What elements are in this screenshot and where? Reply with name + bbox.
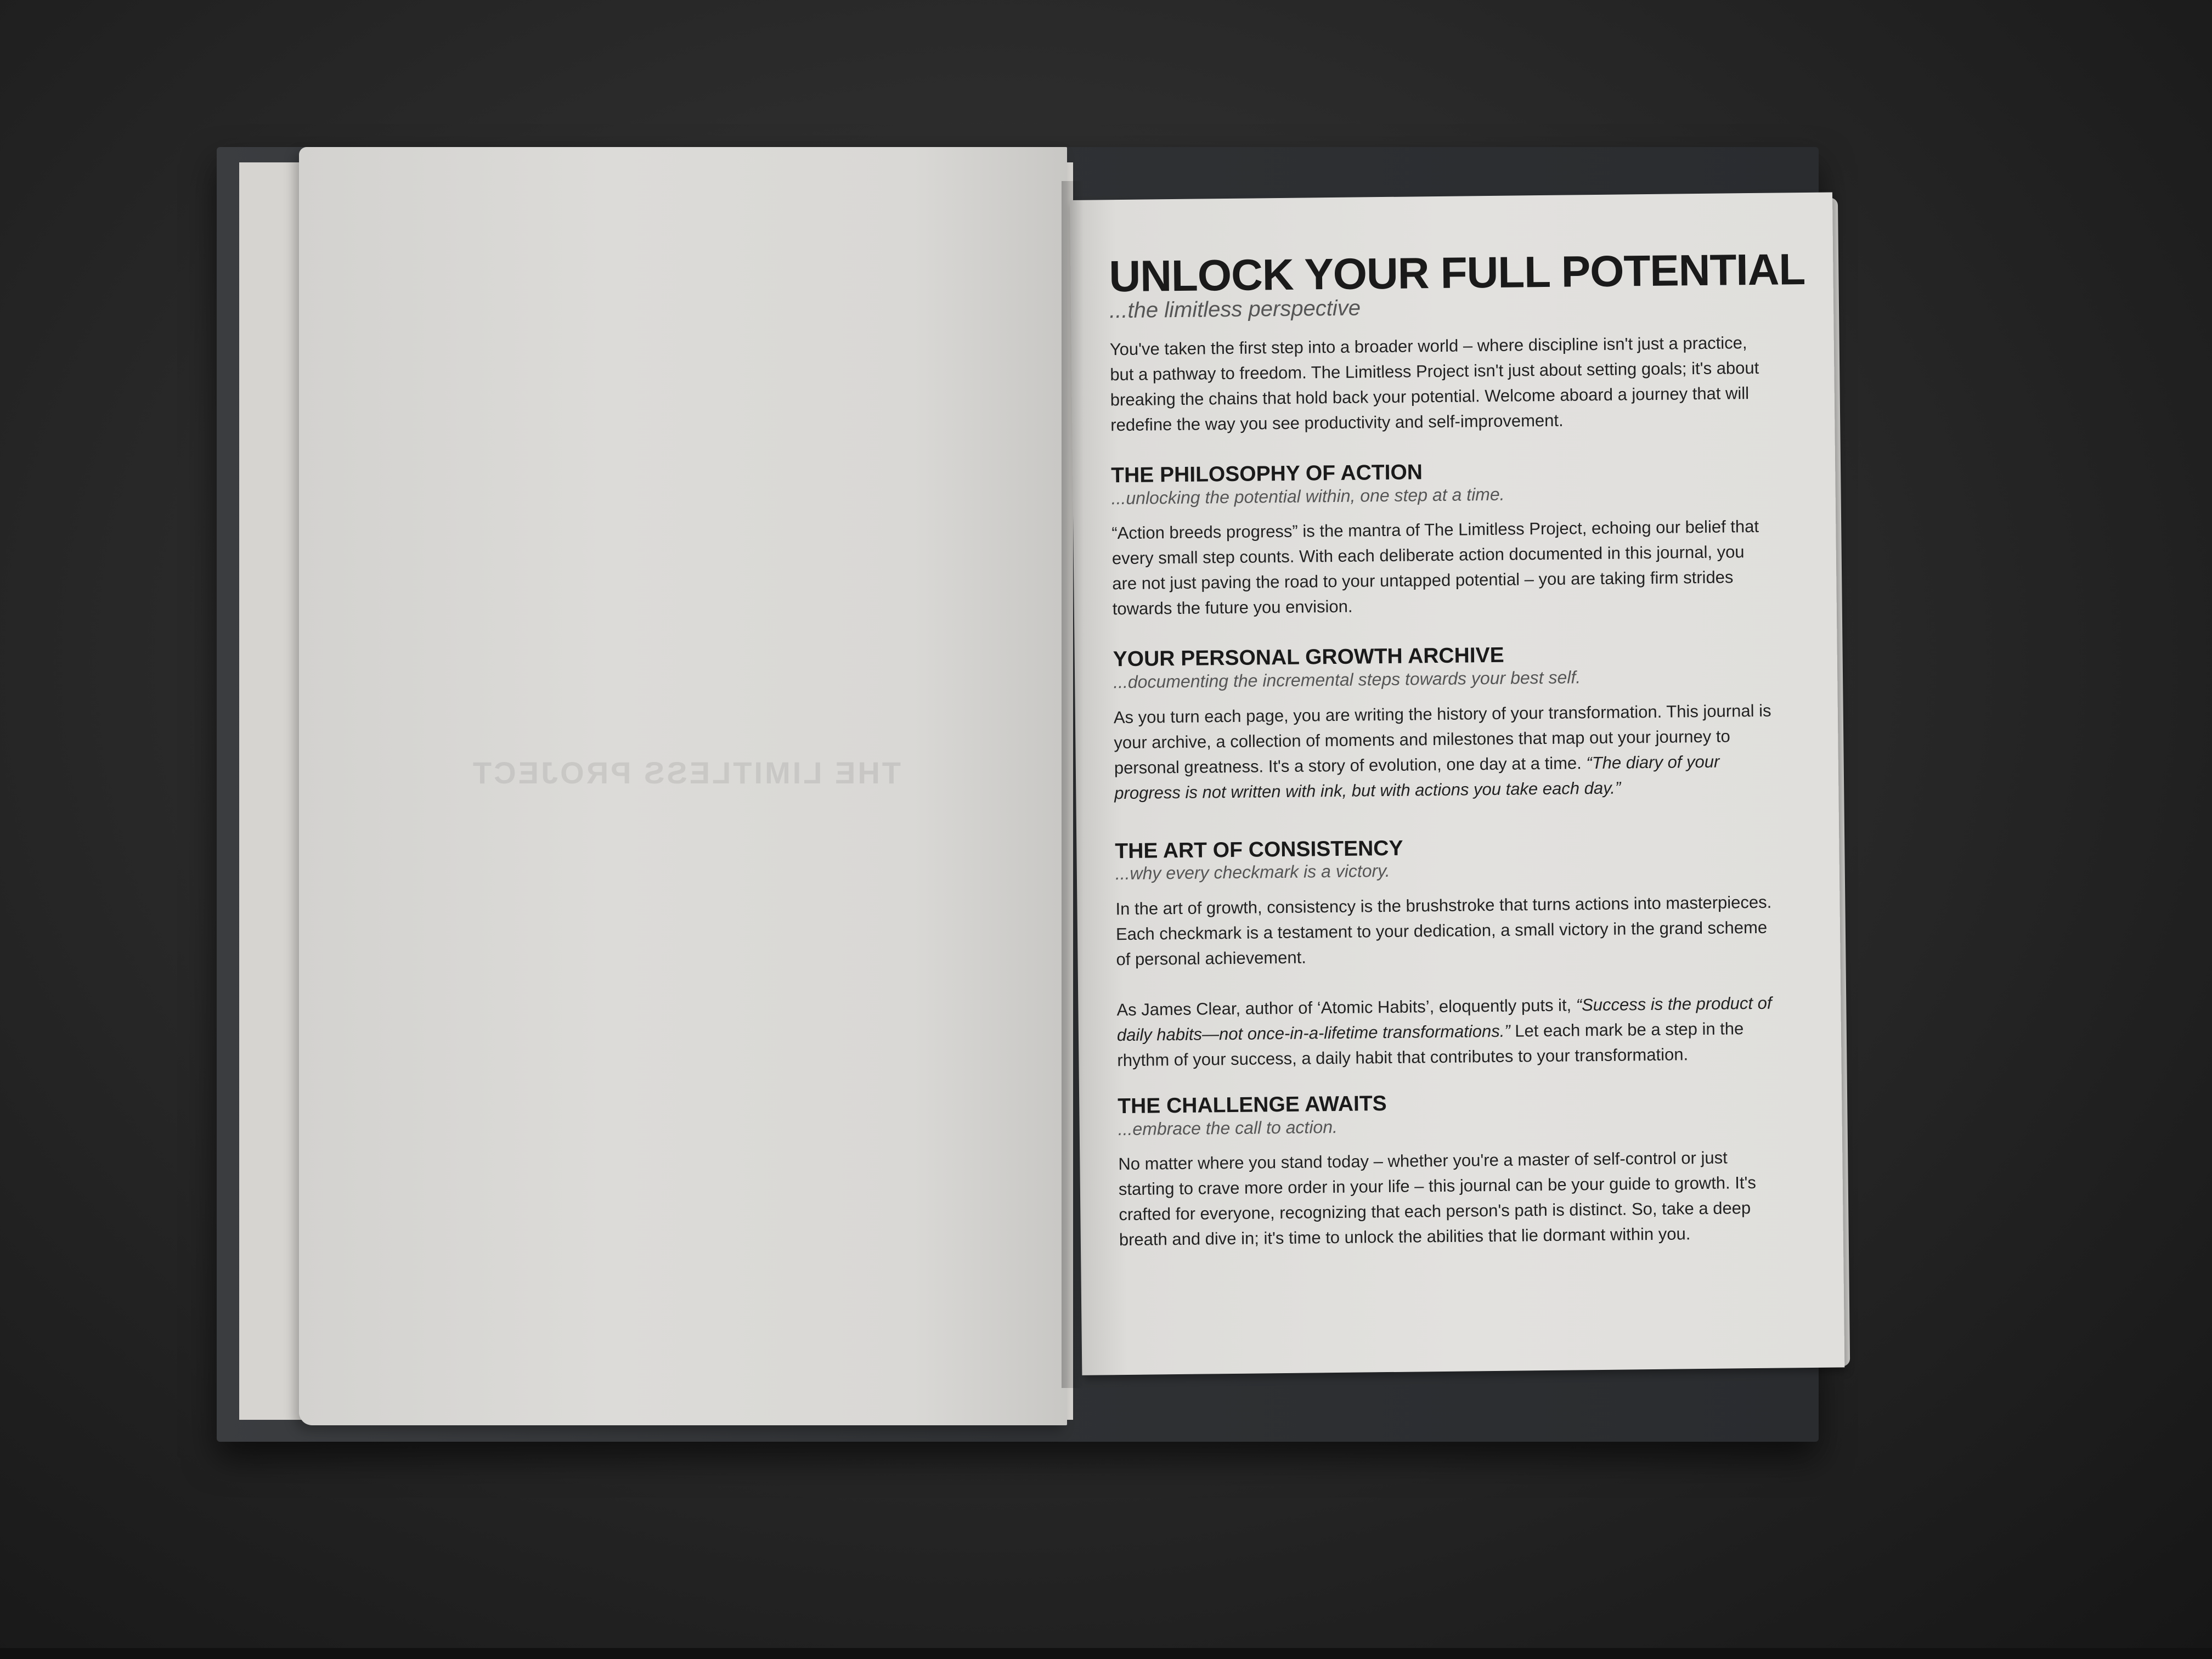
section-paragraph: As James Clear, author of ‘Atomic Habits… bbox=[1116, 990, 1775, 1073]
spine-shadow bbox=[1062, 181, 1084, 1388]
right-page: UNLOCK YOUR FULL POTENTIAL ...the limitl… bbox=[1070, 192, 1845, 1375]
section-paragraph: “Action breeds progress” is the mantra o… bbox=[1111, 517, 1759, 619]
intro-paragraph: You've taken the first step into a broad… bbox=[1109, 333, 1759, 435]
section-paragraph: As you turn each page, you are writing t… bbox=[1114, 698, 1773, 806]
paragraph-text: As James Clear, author of ‘Atomic Habits… bbox=[1116, 995, 1572, 1020]
page-title: UNLOCK YOUR FULL POTENTIAL bbox=[1108, 244, 1805, 301]
section-paragraph: No matter where you stand today – whethe… bbox=[1118, 1148, 1757, 1250]
section-paragraph: In the art of growth, consistency is the… bbox=[1115, 892, 1772, 969]
page-content: UNLOCK YOUR FULL POTENTIAL ...the limitl… bbox=[1108, 244, 1805, 1253]
show-through-text: THE LIMITLESS PROJECT bbox=[470, 755, 901, 790]
desk-mat-edge bbox=[0, 1648, 2212, 1659]
desk-surface: THE LIMITLESS PROJECT UNLOCK YOUR FULL P… bbox=[0, 0, 2212, 1659]
